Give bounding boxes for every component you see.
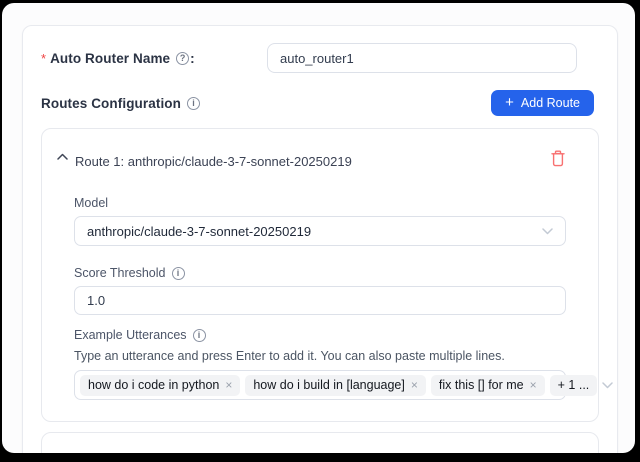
auto-router-form-card: * Auto Router Name ? : Routes Configurat…	[22, 25, 618, 453]
utterance-tag: fix this [] for me ×	[431, 375, 545, 396]
score-threshold-label-row: Score Threshold i	[74, 266, 566, 280]
add-route-button-label: Add Route	[521, 96, 580, 110]
chevron-down-icon	[602, 382, 613, 389]
remove-tag-icon[interactable]: ×	[530, 379, 537, 391]
model-label: Model	[74, 196, 108, 210]
route-1-panel: Route 1: anthropic/claude-3-7-sonnet-202…	[41, 128, 599, 422]
chevron-down-icon	[542, 228, 553, 235]
info-icon[interactable]: i	[193, 329, 206, 342]
utterances-helper-text: Type an utterance and press Enter to add…	[74, 349, 566, 363]
plus-icon: +	[505, 94, 514, 111]
auto-router-name-label: Auto Router Name	[50, 51, 170, 66]
route-1-title: Route 1: anthropic/claude-3-7-sonnet-202…	[75, 154, 352, 169]
example-utterances-label-row: Example Utterances i	[74, 328, 566, 342]
model-select-value: anthropic/claude-3-7-sonnet-20250219	[87, 224, 311, 239]
collapse-chevron-up-icon[interactable]	[57, 147, 68, 165]
routes-configuration-row: Routes Configuration i + Add Route	[41, 90, 599, 116]
help-icon[interactable]: ?	[176, 52, 189, 65]
routes-configuration-label: Routes Configuration	[41, 96, 181, 111]
utterance-tag: how do i code in python ×	[80, 375, 240, 396]
remove-tag-icon[interactable]: ×	[225, 379, 232, 391]
utterances-tag-input[interactable]: how do i code in python × how do i build…	[74, 370, 566, 400]
route-2-header[interactable]: Route 2: azure_ai/gpt-4o	[42, 433, 598, 453]
required-asterisk: *	[41, 51, 46, 66]
utterance-tag-label: fix this [] for me	[439, 378, 524, 392]
score-threshold-label: Score Threshold	[74, 266, 166, 280]
info-icon[interactable]: i	[172, 267, 185, 280]
utterance-tag-label: how do i code in python	[88, 378, 219, 392]
utterance-tag-label: how do i build in [language]	[253, 378, 405, 392]
route-1-body: Model anthropic/claude-3-7-sonnet-202502…	[42, 196, 598, 421]
model-select[interactable]: anthropic/claude-3-7-sonnet-20250219	[74, 216, 566, 246]
route-2-panel: Route 2: azure_ai/gpt-4o	[41, 432, 599, 453]
app-window: * Auto Router Name ? : Routes Configurat…	[2, 3, 635, 453]
model-label-row: Model	[74, 196, 566, 210]
info-icon[interactable]: i	[187, 97, 200, 110]
example-utterances-label: Example Utterances	[74, 328, 187, 342]
auto-router-name-row: * Auto Router Name ? :	[41, 43, 599, 73]
trash-icon	[550, 150, 566, 167]
add-route-button[interactable]: + Add Route	[491, 90, 594, 116]
delete-route-1-button[interactable]	[550, 150, 566, 167]
label-colon: :	[190, 51, 195, 66]
collapse-chevron-up-icon[interactable]	[57, 451, 68, 453]
utterance-tag: how do i build in [language] ×	[245, 375, 426, 396]
score-threshold-input[interactable]	[74, 286, 566, 315]
route-1-header[interactable]: Route 1: anthropic/claude-3-7-sonnet-202…	[42, 129, 598, 169]
overflow-tag-label: + 1 ...	[558, 378, 590, 392]
overflow-tag[interactable]: + 1 ...	[550, 375, 598, 396]
auto-router-name-input[interactable]	[267, 43, 577, 73]
remove-tag-icon[interactable]: ×	[411, 379, 418, 391]
